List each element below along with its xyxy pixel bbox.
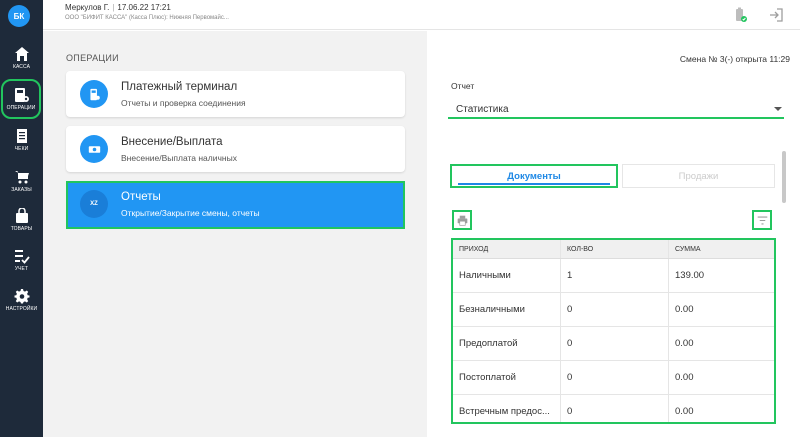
report-select-value: Статистика [456,104,509,115]
home-icon [14,47,29,61]
cell-count: 0 [561,395,669,422]
nav-item-accounting[interactable]: УЧЕТ [0,240,43,280]
nav-label: ЧЕКИ [14,146,29,152]
nav-item-orders[interactable]: ЗАКАЗЫ [0,161,43,201]
table-row: Наличными 1 139.00 [453,259,774,293]
card-reports[interactable]: XZ Отчеты Открытие/Закрытие смены, отчет… [66,181,405,229]
gear-icon [14,289,29,304]
datetime: 17.06.22 17:21 [117,3,171,12]
table-row: Предоплатой 0 0.00 [453,327,774,361]
card-subtitle: Открытие/Закрытие смены, отчеты [121,208,260,218]
card-title: Платежный терминал [121,81,238,93]
cell-payment-type: Предоплатой [453,327,561,360]
nav-item-kassa[interactable]: КАССА [0,38,43,78]
scrollbar[interactable] [782,151,786,203]
organization-name: ООО "БИФИТ КАССА" (Касса Плюс): Нижняя П… [65,15,229,21]
nav-label: КАССА [12,64,31,70]
card-payment-terminal[interactable]: Платежный терминал Отчеты и проверка сое… [66,71,405,117]
table-row: Постоплатой 0 0.00 [453,361,774,395]
money-icon [80,135,108,163]
nav-item-checks[interactable]: ЧЕКИ [0,120,43,160]
nav-label: НАСТРОЙКИ [5,306,38,312]
cell-count: 0 [561,327,669,360]
nav-label: ЗАКАЗЫ [11,187,32,193]
logout-icon [770,8,783,22]
receipt-icon [16,129,27,143]
print-button[interactable] [452,210,472,230]
sidebar: БК КАССА ОПЕРАЦИИ ЧЕКИ ЗАКАЗЫ ТОВАРЫ УЧЕ… [0,0,43,437]
cell-payment-type: Постоплатой [453,361,561,394]
column-header: ПРИХОД [453,240,561,258]
table-row: Безналичными 0 0.00 [453,293,774,327]
cell-payment-type: Наличными [453,259,561,292]
report-tabs: Документы Продажи [450,164,775,188]
cash-register-icon [15,88,29,102]
cell-payment-type: Безналичными [453,293,561,326]
cell-amount: 0.00 [675,372,694,383]
device-status-icon [736,7,747,22]
table-header: ПРИХОД КОЛ-ВО СУММА [453,240,774,259]
checklist-icon [14,250,30,264]
cell-count: 1 [561,259,669,292]
user-avatar[interactable]: БК [8,5,30,27]
cell-amount: 0.00 [675,304,694,315]
logout-button[interactable] [767,6,785,24]
cell-count: 0 [561,361,669,394]
nav-label: ТОВАРЫ [10,226,33,232]
cart-icon [14,171,29,184]
report-label: Отчет [451,81,475,91]
cell-amount: 0.00 [675,338,694,349]
column-header: СУММА [675,245,701,253]
cell-payment-type: Встречным предос... [453,395,561,422]
cell-amount: 139.00 [675,270,705,281]
cell-count: 0 [561,293,669,326]
column-header: КОЛ-ВО [561,240,669,258]
operations-panel: ОПЕРАЦИИ Платежный терминал Отчеты и про… [43,31,427,437]
tab-sales[interactable]: Продажи [622,164,775,188]
card-subtitle: Отчеты и проверка соединения [121,98,246,108]
nav-item-operations[interactable]: ОПЕРАЦИИ [1,79,41,119]
print-icon [457,215,467,226]
xz-report-icon: XZ [80,190,108,218]
card-deposit-withdraw[interactable]: Внесение/Выплата Внесение/Выплата наличн… [66,126,405,172]
device-status-button[interactable] [731,6,749,24]
section-title: ОПЕРАЦИИ [66,53,119,63]
filter-button[interactable] [752,210,772,230]
nav-item-goods[interactable]: ТОВАРЫ [0,200,43,240]
table-row: Встречным предос... 0 0.00 [453,395,774,422]
card-subtitle: Внесение/Выплата наличных [121,153,237,163]
dropdown-arrow-icon [774,107,782,111]
cell-amount: 0.00 [675,406,694,417]
terminal-icon [80,80,108,108]
bag-icon [15,208,28,223]
tab-documents[interactable]: Документы [450,164,618,188]
nav-item-settings[interactable]: НАСТРОЙКИ [0,280,43,320]
shift-status: Смена № 3(-) открыта 11:29 [679,54,790,64]
card-title: Внесение/Выплата [121,136,223,148]
report-table: ПРИХОД КОЛ-ВО СУММА Наличными 1 139.00 Б… [451,238,776,424]
user-info: Меркулов Г. | 17.06.22 17:21 [65,3,171,12]
nav-label: УЧЕТ [14,266,29,272]
nav-label: ОПЕРАЦИИ [6,105,36,111]
top-bar: Меркулов Г. | 17.06.22 17:21 ООО "БИФИТ КА… [43,0,800,30]
user-name: Меркулов Г. [65,3,110,12]
filter-icon [757,216,767,224]
report-select[interactable]: Статистика [448,95,784,119]
report-panel: Смена № 3(-) открыта 11:29 Отчет Статист… [427,31,800,437]
card-title: Отчеты [121,191,161,203]
